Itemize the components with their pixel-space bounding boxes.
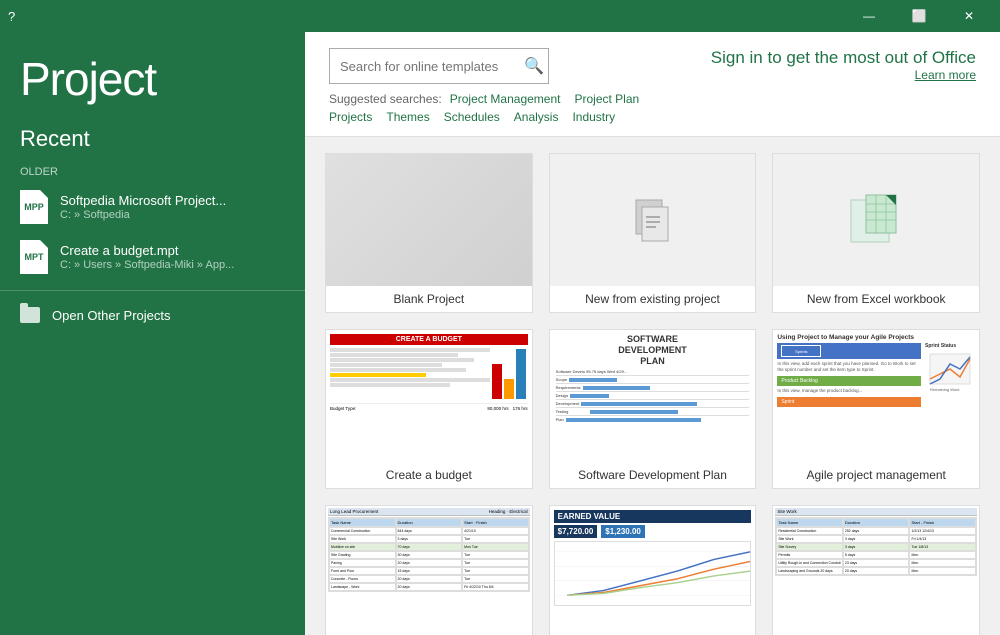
file-path-1: C: » Softpedia (60, 209, 226, 221)
template-agile[interactable]: Using Project to Manage your Agile Proje… (772, 329, 980, 489)
template-preview-earned: EARNED VALUE $7,720.00 $1,230.00 (550, 506, 756, 635)
earned-chart (555, 542, 751, 605)
right-panel: 🔍 Sign in to get the most out of Office … (305, 32, 1000, 635)
recent-heading: Recent (0, 116, 305, 158)
template-new-existing[interactable]: New from existing project (549, 153, 757, 313)
app-title: Project (0, 52, 305, 116)
template-preview-new-excel (773, 154, 979, 286)
template-preview-commercial: Long Lead Procurement Heading · Electric… (326, 506, 532, 635)
template-label-new-existing: New from existing project (550, 286, 756, 312)
template-label-new-excel: New from Excel workbook (773, 286, 979, 312)
new-existing-icon (628, 195, 678, 245)
sign-in-text: Sign in to get the most out of Office (569, 48, 976, 68)
file-icon-1: MPP (20, 190, 48, 224)
tag-schedules[interactable]: Schedules (444, 110, 500, 124)
templates-grid: Blank Project (305, 137, 1000, 635)
sign-in-area: Sign in to get the most out of Office Le… (569, 48, 976, 82)
template-blank-project[interactable]: Blank Project (325, 153, 533, 313)
template-label-budget: Create a budget (326, 462, 532, 488)
sidebar-divider (0, 290, 305, 291)
template-row-2: CREATE A BUDGET (325, 329, 980, 489)
title-bar: ? — ⬜ ✕ (0, 0, 1000, 32)
suggested-project-management[interactable]: Project Management (450, 92, 561, 106)
suggested-row: Suggested searches: Project Management P… (329, 92, 976, 106)
file-path-2: C: » Users » Softpedia-Miki » App... (60, 259, 234, 271)
help-icon[interactable]: ? (8, 9, 15, 24)
right-header: 🔍 Sign in to get the most out of Office … (305, 32, 1000, 137)
close-button[interactable]: ✕ (946, 0, 992, 32)
agile-chart: Remaining Work (925, 349, 975, 399)
suggested-label: Suggested searches: (329, 92, 442, 106)
template-label-agile: Agile project management (773, 462, 979, 488)
template-preview-software: SOFTWAREDEVELOPMENTPLAN Software Develo … (550, 330, 756, 462)
maximize-button[interactable]: ⬜ (896, 0, 942, 32)
header-top: 🔍 Sign in to get the most out of Office … (329, 48, 976, 84)
folder-icon (20, 307, 40, 323)
file-icon-2: MPT (20, 240, 48, 274)
learn-more-link[interactable]: Learn more (569, 68, 976, 82)
template-preview-residential: Site Work Task Name Duration Start - Fin… (773, 506, 979, 635)
template-preview-budget: CREATE A BUDGET (326, 330, 532, 462)
svg-text:Remaining Work: Remaining Work (930, 387, 960, 392)
template-software[interactable]: SOFTWAREDEVELOPMENTPLAN Software Develo … (549, 329, 757, 489)
file-name-2: Create a budget.mpt (60, 243, 234, 260)
open-label: Open Other Projects (52, 308, 171, 323)
template-new-excel[interactable]: New from Excel workbook (772, 153, 980, 313)
older-label: Older (0, 158, 305, 182)
tag-themes[interactable]: Themes (386, 110, 429, 124)
tag-industry[interactable]: Industry (572, 110, 615, 124)
sidebar: Project Recent Older MPP Softpedia Micro… (0, 32, 305, 635)
search-bar[interactable]: 🔍 (329, 48, 549, 84)
template-preview-blank (326, 154, 532, 286)
template-earned[interactable]: EARNED VALUE $7,720.00 $1,230.00 (549, 505, 757, 635)
open-other-projects[interactable]: Open Other Projects (0, 299, 305, 331)
file-name-1: Softpedia Microsoft Project... (60, 193, 226, 210)
minimize-button[interactable]: — (846, 0, 892, 32)
search-icon[interactable]: 🔍 (524, 56, 544, 76)
tag-projects[interactable]: Projects (329, 110, 372, 124)
template-residential[interactable]: Site Work Task Name Duration Start - Fin… (772, 505, 980, 635)
recent-file-1[interactable]: MPP Softpedia Microsoft Project... C: » … (0, 182, 305, 232)
template-label-blank: Blank Project (326, 286, 532, 312)
app-body: Project Recent Older MPP Softpedia Micro… (0, 32, 1000, 635)
suggested-project-plan[interactable]: Project Plan (574, 92, 639, 106)
excel-icon (846, 190, 906, 250)
recent-file-2[interactable]: MPT Create a budget.mpt C: » Users » Sof… (0, 232, 305, 282)
tag-analysis[interactable]: Analysis (514, 110, 559, 124)
template-preview-new-existing (550, 154, 756, 286)
template-budget[interactable]: CREATE A BUDGET (325, 329, 533, 489)
template-row-1: Blank Project (325, 153, 980, 313)
template-row-3: Long Lead Procurement Heading · Electric… (325, 505, 980, 635)
template-preview-agile: Using Project to Manage your Agile Proje… (773, 330, 979, 462)
template-label-software: Software Development Plan (550, 462, 756, 488)
tags-row: Projects Themes Schedules Analysis Indus… (329, 110, 976, 124)
template-commercial[interactable]: Long Lead Procurement Heading · Electric… (325, 505, 533, 635)
search-input[interactable] (340, 59, 516, 74)
